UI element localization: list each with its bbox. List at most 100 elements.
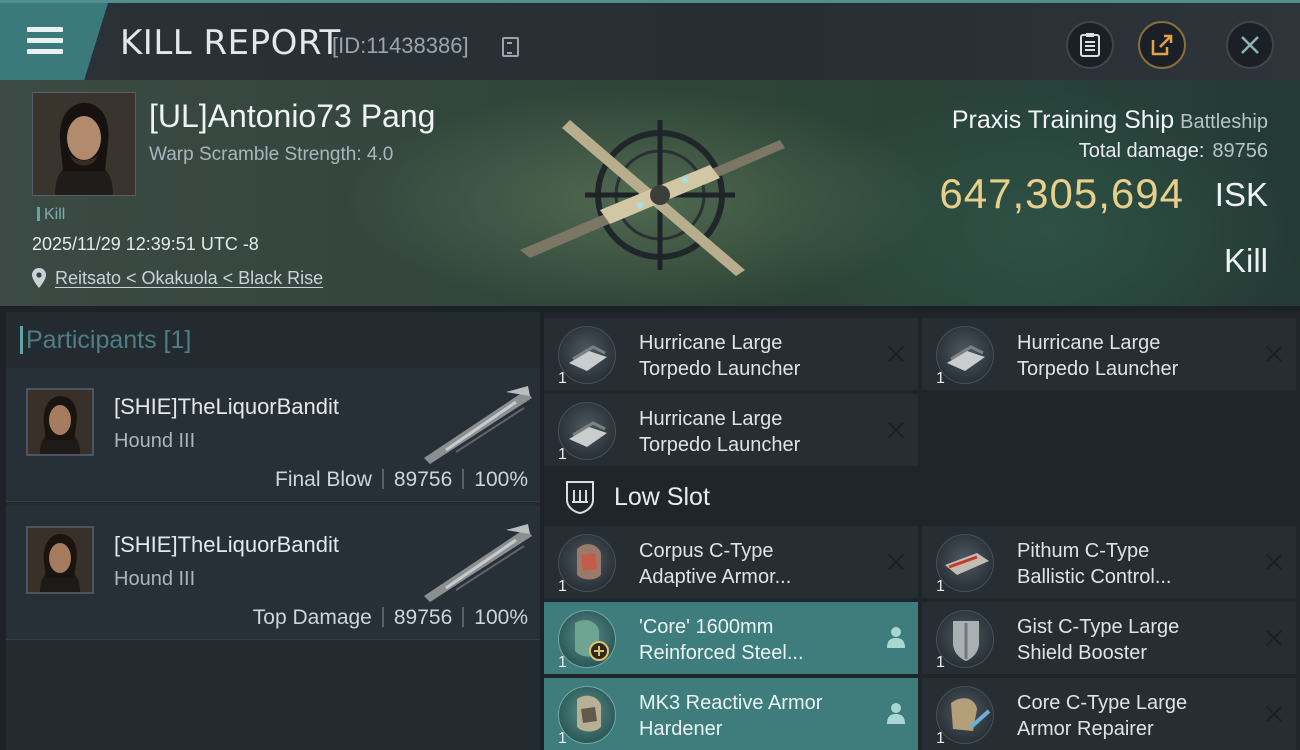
report-id: [ID:11438386] (332, 33, 469, 58)
module-item[interactable]: 1 Hurricane Large Torpedo Launcher (544, 394, 918, 466)
module-name-line1: Pithum C-Type (1017, 540, 1150, 562)
participant-ship: Hound III (114, 430, 196, 452)
clipboard-icon (1080, 33, 1100, 57)
location-link[interactable]: Reitsato < Okakuola < Black Rise (55, 268, 323, 289)
module-quantity: 1 (558, 578, 567, 595)
fitting-panel: 1 Hurricane Large Torpedo Launcher 1 Hurr… (544, 312, 1300, 750)
participant-stats: Top Damage 89756 100% (253, 606, 528, 630)
participant-card[interactable]: [SHIE]TheLiquorBandit Hound III Final Bl… (6, 368, 540, 502)
module-name-line2: Armor Repairer (1017, 718, 1154, 740)
frigate-image (424, 524, 532, 602)
module-quantity: 1 (936, 578, 945, 595)
module-name-line1: Hurricane Large (1017, 332, 1161, 354)
hamburger-icon (27, 27, 63, 32)
module-name-line2: Adaptive Armor... (639, 566, 792, 588)
low-slot-icon (566, 481, 594, 514)
victim-avatar-image (33, 93, 135, 195)
module-name-line2: Torpedo Launcher (639, 358, 801, 380)
module-name-line1: Hurricane Large (639, 408, 783, 430)
location-pin-icon (32, 268, 46, 288)
module-item[interactable]: 1 Pithum C-Type Ballistic Control... (922, 526, 1296, 598)
menu-button[interactable] (0, 3, 108, 80)
module-name: Hurricane Large Torpedo Launcher (639, 406, 869, 458)
participant-avatar (26, 526, 94, 594)
ship-name: Praxis Training Ship (951, 106, 1175, 134)
page-title: KILL REPORT (120, 23, 341, 63)
total-damage: Total damage: 89756 (1079, 140, 1268, 163)
module-quantity: 1 (558, 446, 567, 463)
close-button[interactable] (1226, 21, 1274, 69)
warp-scramble-strength: Warp Scramble Strength: 4.0 (149, 144, 394, 165)
victim-name[interactable]: [UL]Antonio73 Pang (149, 98, 435, 135)
share-icon (1151, 34, 1173, 56)
module-name-line1: 'Core' 1600mm (639, 616, 774, 638)
module-name: Core C-Type Large Armor Repairer (1017, 690, 1247, 742)
module-quantity: 1 (936, 730, 945, 747)
module-name-line1: Core C-Type Large (1017, 692, 1188, 714)
participant-name: [SHIE]TheLiquorBandit (114, 394, 340, 419)
frigate-image (424, 386, 532, 464)
victim-portrait[interactable] (32, 92, 136, 196)
participant-ship: Hound III (114, 568, 196, 590)
divider (462, 607, 465, 627)
participant-percent: 100% (474, 606, 528, 629)
module-item[interactable]: 1 Core C-Type Large Armor Repairer (922, 678, 1296, 750)
hamburger-icon-bar (27, 49, 63, 54)
module-name: Hurricane Large Torpedo Launcher (1017, 330, 1247, 382)
destroyed-icon (886, 344, 906, 364)
module-name: MK3 Reactive Armor Hardener (639, 690, 869, 742)
module-quantity: 1 (558, 654, 567, 671)
copy-id-icon[interactable] (502, 37, 519, 57)
module-item[interactable]: 1 'Core' 1600mm Reinforced Steel... (544, 602, 918, 674)
dropped-person-icon (887, 703, 905, 724)
destroyed-icon (886, 552, 906, 572)
module-name-line1: Corpus C-Type (639, 540, 774, 562)
kill-tag: Kill (37, 206, 65, 224)
module-item[interactable]: 1 Gist C-Type Large Shield Booster (922, 602, 1296, 674)
participant-avatar (26, 388, 94, 456)
participant-name: [SHIE]TheLiquorBandit (114, 532, 340, 557)
low-slot-label: Low Slot (614, 483, 710, 511)
clipboard-button[interactable] (1066, 21, 1114, 69)
destroyed-icon (1264, 704, 1284, 724)
participants-title: Participants [1] (19, 326, 192, 354)
hamburger-icon-bar (27, 38, 63, 43)
destroyed-icon (1264, 628, 1284, 648)
participant-damage: 89756 (393, 606, 453, 629)
module-name-line2: Ballistic Control... (1017, 566, 1172, 588)
destroyed-icon (1264, 552, 1284, 572)
kill-timestamp: 2025/11/29 12:39:51 UTC -8 (32, 234, 259, 254)
module-quantity: 1 (936, 370, 945, 387)
share-button[interactable] (1138, 21, 1186, 69)
kill-result: Kill (1223, 242, 1268, 279)
victim-panel: [UL]Antonio73 Pang Warp Scramble Strengt… (0, 80, 1300, 306)
module-item[interactable]: 1 Hurricane Large Torpedo Launcher (544, 318, 918, 390)
module-name-line1: MK3 Reactive Armor (639, 692, 823, 714)
isk-value: 647,305,694 (939, 170, 1184, 217)
low-slot-header: Low Slot (544, 470, 1300, 524)
participant-card[interactable]: [SHIE]TheLiquorBandit Hound III Top Dama… (6, 506, 540, 640)
module-item[interactable]: 1 MK3 Reactive Armor Hardener (544, 678, 918, 750)
dropped-person-icon (887, 627, 905, 648)
participants-panel: Participants [1] [SHIE]TheLiquorBandit H… (6, 312, 540, 750)
module-quantity: 1 (558, 730, 567, 747)
close-icon (1241, 36, 1259, 54)
participant-damage: 89756 (393, 468, 453, 491)
destroyed-icon (886, 420, 906, 440)
module-item[interactable]: 1 Hurricane Large Torpedo Launcher (922, 318, 1296, 390)
total-damage-value: 89756 (1212, 140, 1268, 162)
module-name-line1: Hurricane Large (639, 332, 783, 354)
participant-stats: Final Blow 89756 100% (275, 468, 528, 492)
participant-avatar-image (28, 528, 92, 592)
module-item[interactable]: 1 Corpus C-Type Adaptive Armor... (544, 526, 918, 598)
destroyed-icon (1264, 344, 1284, 364)
module-name-line2: Hardener (639, 718, 723, 740)
module-name-line2: Reinforced Steel... (639, 642, 804, 664)
header-bar: KILL REPORT [ID:11438386] (0, 0, 1300, 80)
isk-unit: ISK (1214, 176, 1268, 213)
module-name-line2: Torpedo Launcher (639, 434, 801, 456)
module-name: Corpus C-Type Adaptive Armor... (639, 538, 869, 590)
participant-percent: 100% (474, 468, 528, 491)
victim-ship[interactable]: Praxis Training Ship Battleship (952, 106, 1268, 135)
module-name-line2: Torpedo Launcher (1017, 358, 1179, 380)
